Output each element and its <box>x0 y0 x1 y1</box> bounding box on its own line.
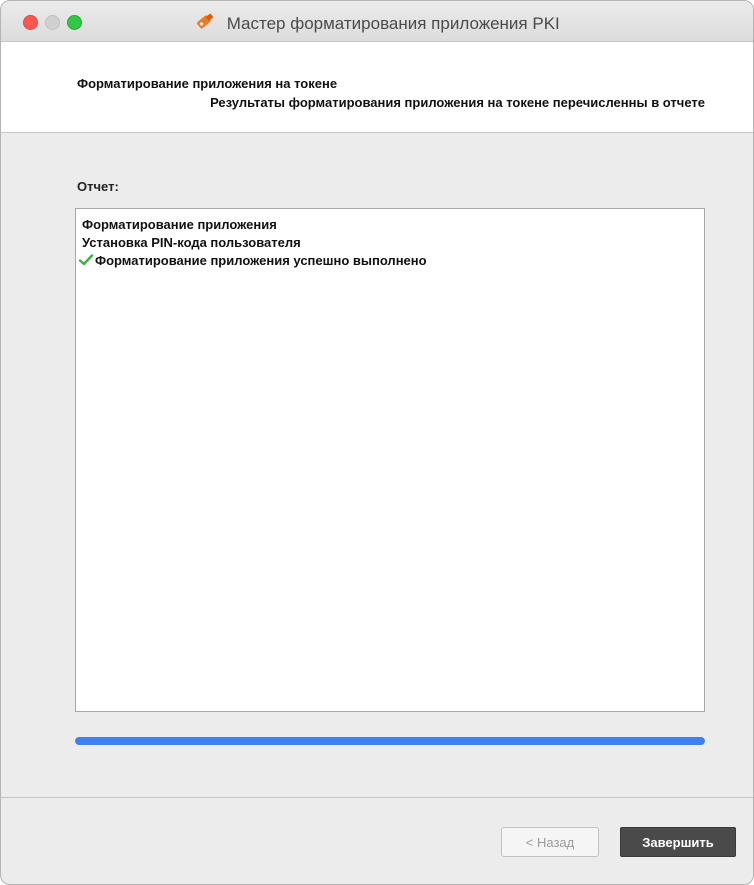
report-line: Форматирование приложения <box>82 217 277 232</box>
finish-button[interactable]: Завершить <box>620 827 736 857</box>
checkmark-icon <box>78 254 94 269</box>
report-text-area[interactable]: Форматирование приложения Установка PIN-… <box>75 208 705 712</box>
footer-divider <box>1 797 753 798</box>
progress-bar <box>75 737 705 745</box>
report-line-success: Форматирование приложения успешно выполн… <box>78 253 427 269</box>
header-title: Форматирование приложения на токене <box>77 76 338 91</box>
header-subtitle: Результаты форматирования приложения на … <box>210 95 705 110</box>
window-title: Мастер форматирования приложения PKI <box>226 13 560 33</box>
progress-bar-fill <box>75 737 705 745</box>
key-icon <box>194 10 216 37</box>
back-button[interactable]: < Назад <box>501 827 599 857</box>
wizard-header: Форматирование приложения на токене Резу… <box>1 42 753 133</box>
report-line: Установка PIN-кода пользователя <box>82 235 301 250</box>
report-label: Отчет: <box>77 179 119 194</box>
wizard-window: Мастер форматирования приложения PKI Фор… <box>0 0 754 885</box>
title-bar[interactable]: Мастер форматирования приложения PKI <box>1 1 753 42</box>
